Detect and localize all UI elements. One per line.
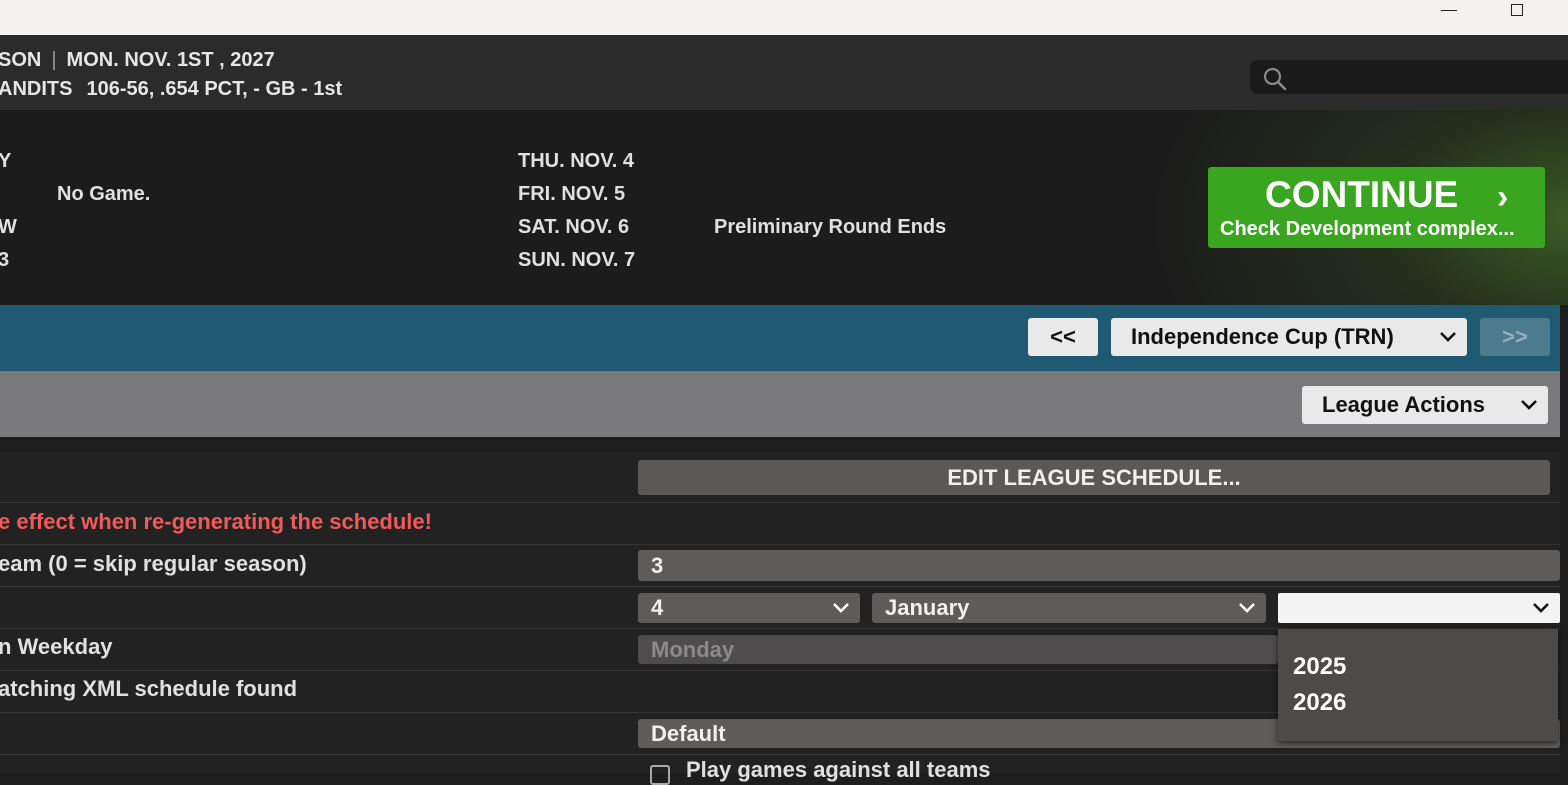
calendar-no-game: No Game. (57, 183, 151, 205)
games-per-team-label: eam (0 = skip regular season) (0, 551, 307, 576)
chevron-down-icon (1532, 595, 1550, 626)
start-day-select[interactable]: 4 (638, 593, 860, 623)
league-select[interactable]: Independence Cup (TRN) (1111, 318, 1467, 356)
calendar-day: SAT. NOV. 6 (518, 216, 630, 238)
search-input[interactable] (1250, 60, 1568, 94)
start-month-value: January (885, 595, 970, 620)
calendar-left-fragment: 3 (0, 249, 10, 271)
chevron-down-icon (832, 593, 850, 631)
games-per-team-input[interactable]: 3 (638, 550, 1560, 581)
maximize-icon[interactable] (1511, 4, 1523, 16)
calendar-day: FRI. NOV. 5 (518, 183, 626, 205)
calendar-day: SUN. NOV. 7 (518, 249, 636, 271)
continue-label: CONTINUE (1265, 174, 1459, 215)
chevron-down-icon (1520, 386, 1538, 436)
row-divider (0, 544, 1560, 545)
year-option[interactable]: 2026 (1293, 689, 1346, 717)
previous-league-button[interactable]: << (1028, 318, 1098, 356)
row-divider (0, 586, 1560, 587)
start-year-select[interactable] (1278, 593, 1560, 623)
continue-button[interactable]: CONTINUE › Check Development complex... (1208, 167, 1545, 248)
play-all-teams-label: Play games against all teams (686, 757, 991, 782)
edit-league-schedule-button[interactable]: EDIT LEAGUE SCHEDULE... (638, 460, 1550, 495)
row-divider (0, 754, 1560, 755)
season-date-line: SON | MON. NOV. 1ST , 2027 (0, 49, 275, 72)
window-titlebar (0, 0, 1568, 35)
team-record-line: ANDITS 106-56, .654 PCT, - GB - 1st (0, 78, 342, 101)
team-record: 106-56, .654 PCT, - GB - 1st (86, 78, 343, 100)
current-date: MON. NOV. 1ST , 2027 (66, 49, 275, 71)
calendar-left-fragment: Y (0, 150, 12, 172)
game-header: SON | MON. NOV. 1ST , 2027 ANDITS 106-56, .… (0, 35, 1568, 110)
schedule-warning: e effect when re-generating the schedule… (0, 509, 432, 534)
league-actions-select[interactable]: League Actions (1302, 386, 1548, 424)
start-weekday-field: Monday (638, 635, 1278, 664)
minimize-icon[interactable] (1441, 10, 1457, 11)
xml-schedule-status: atching XML schedule found (0, 676, 298, 701)
league-actions-label: League Actions (1322, 392, 1485, 417)
year-option[interactable]: 2025 (1293, 653, 1346, 681)
league-select-value: Independence Cup (TRN) (1131, 324, 1394, 349)
start-weekday-label: n Weekday (0, 634, 113, 659)
season-label: SON (0, 49, 42, 71)
calendar-left-fragment: W (0, 216, 17, 238)
chevron-right-icon: › (1497, 178, 1509, 216)
team-name[interactable]: ANDITS (0, 78, 72, 100)
calendar-event: Preliminary Round Ends (714, 216, 947, 238)
start-month-select[interactable]: January (872, 593, 1266, 623)
play-all-teams-checkbox[interactable] (650, 765, 670, 785)
chevron-down-icon (1439, 318, 1457, 368)
next-league-button[interactable]: >> (1480, 318, 1550, 356)
continue-subtitle: Check Development complex... (1220, 218, 1515, 240)
calendar-day: THU. NOV. 4 (518, 150, 634, 172)
year-dropdown-list: 2025 2026 (1278, 629, 1558, 741)
separator: | (51, 49, 57, 71)
chevron-down-icon (1238, 593, 1256, 631)
start-day-value: 4 (651, 595, 664, 620)
row-divider (0, 502, 1560, 503)
search-icon (1263, 67, 1287, 91)
